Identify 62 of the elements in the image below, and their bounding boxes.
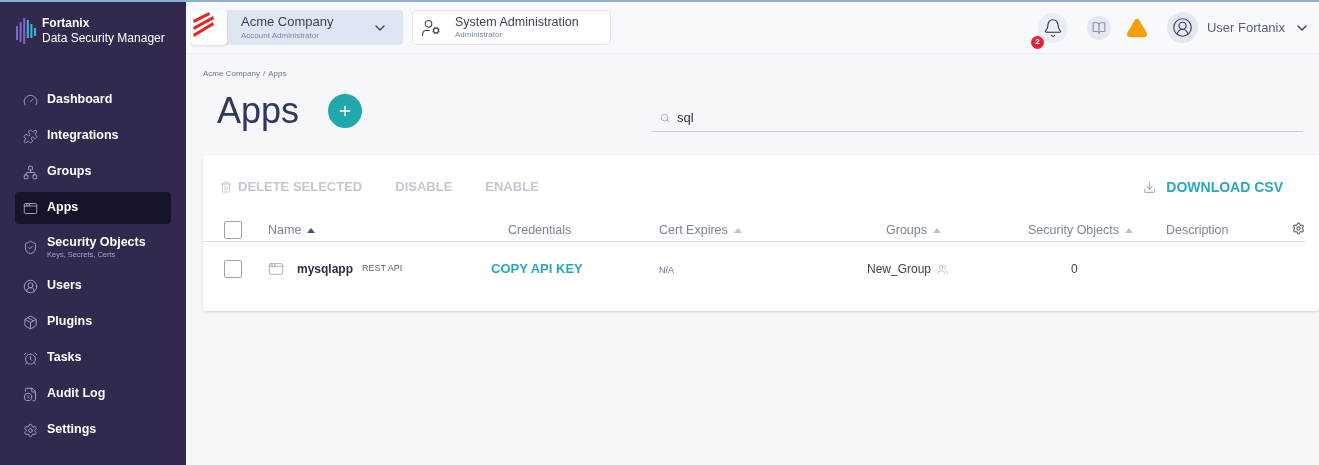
sidebar-item[interactable]: Apps	[15, 192, 171, 224]
sidebar-item[interactable]: Tasks	[15, 342, 171, 374]
sidebar-item[interactable]: Groups	[15, 156, 171, 188]
notification-bell-icon[interactable]	[1042, 17, 1063, 38]
group-cell[interactable]: New_Group	[867, 260, 932, 278]
account-name: Acme Company	[241, 14, 335, 31]
sidebar-item[interactable]: Integrations	[15, 120, 171, 152]
logo-icon	[16, 16, 38, 46]
security-objects-cell: 0	[1071, 262, 1078, 276]
search-field[interactable]: sql	[651, 104, 1304, 132]
user-avatar-icon[interactable]	[1171, 17, 1193, 38]
users-icon	[937, 263, 949, 275]
select-all-checkbox[interactable]	[224, 221, 242, 239]
breadcrumb-item[interactable]: Acme Company	[203, 68, 260, 80]
sidebar-item[interactable]: Plugins	[15, 306, 171, 338]
add-button[interactable]	[328, 94, 363, 128]
app-type: REST API	[362, 262, 403, 276]
app-name[interactable]: mysqlapp	[297, 260, 353, 278]
package-icon	[23, 314, 38, 330]
breadcrumb-separator: /	[262, 68, 266, 80]
admin-selector[interactable]: System Administration Administrator	[412, 10, 611, 45]
user-gear-icon	[421, 17, 441, 38]
company-logo-icon	[191, 10, 227, 45]
user-name[interactable]: User Fortanix	[1206, 17, 1285, 38]
gauge-icon	[23, 92, 38, 108]
sidebar-item[interactable]: Settings	[15, 414, 171, 446]
column-header[interactable]: Groups	[886, 220, 941, 240]
trash-icon	[220, 181, 232, 193]
download-icon	[1143, 180, 1157, 194]
column-header[interactable]: Name	[268, 220, 316, 240]
settings-icon[interactable]	[1292, 221, 1305, 235]
window-icon	[268, 261, 284, 277]
column-header[interactable]: Cert Expires	[659, 220, 742, 240]
column-header[interactable]: Credentials	[508, 220, 572, 240]
sort-arrow-icon[interactable]	[307, 227, 316, 233]
search-icon	[660, 113, 671, 123]
account-role: Account Administrator	[241, 30, 320, 41]
book-icon[interactable]	[1091, 20, 1106, 35]
cert-expires-cell: N/A	[659, 264, 674, 275]
column-header[interactable]: Security Objects	[1028, 220, 1133, 240]
network-icon	[23, 164, 38, 180]
product-name: Data Security Manager	[42, 31, 165, 46]
alarm-clock-icon	[23, 350, 38, 366]
admin-role: Administrator	[455, 30, 504, 41]
document-clock-icon	[23, 386, 38, 402]
puzzle-icon	[23, 128, 38, 144]
row-checkbox[interactable]	[224, 260, 242, 278]
notification-badge: 2	[1030, 35, 1044, 49]
breadcrumb-item[interactable]: Apps	[268, 68, 287, 80]
sidebar-item[interactable]: Audit Log	[15, 378, 171, 410]
account-selector[interactable]: Acme Company Account Administrator	[191, 10, 403, 45]
gear-icon	[23, 422, 38, 438]
sidebar-item[interactable]: Dashboard	[15, 84, 171, 116]
shield-icon	[23, 239, 38, 255]
window-icon	[23, 200, 38, 216]
brand-name: Fortanix	[42, 16, 91, 31]
admin-name: System Administration	[455, 14, 579, 31]
warning-icon[interactable]	[1125, 16, 1148, 39]
sidebar-item[interactable]: Users	[15, 270, 171, 302]
page-title: Apps	[217, 89, 300, 133]
user-circle-icon	[23, 278, 38, 294]
column-header[interactable]: Description	[1166, 220, 1229, 240]
